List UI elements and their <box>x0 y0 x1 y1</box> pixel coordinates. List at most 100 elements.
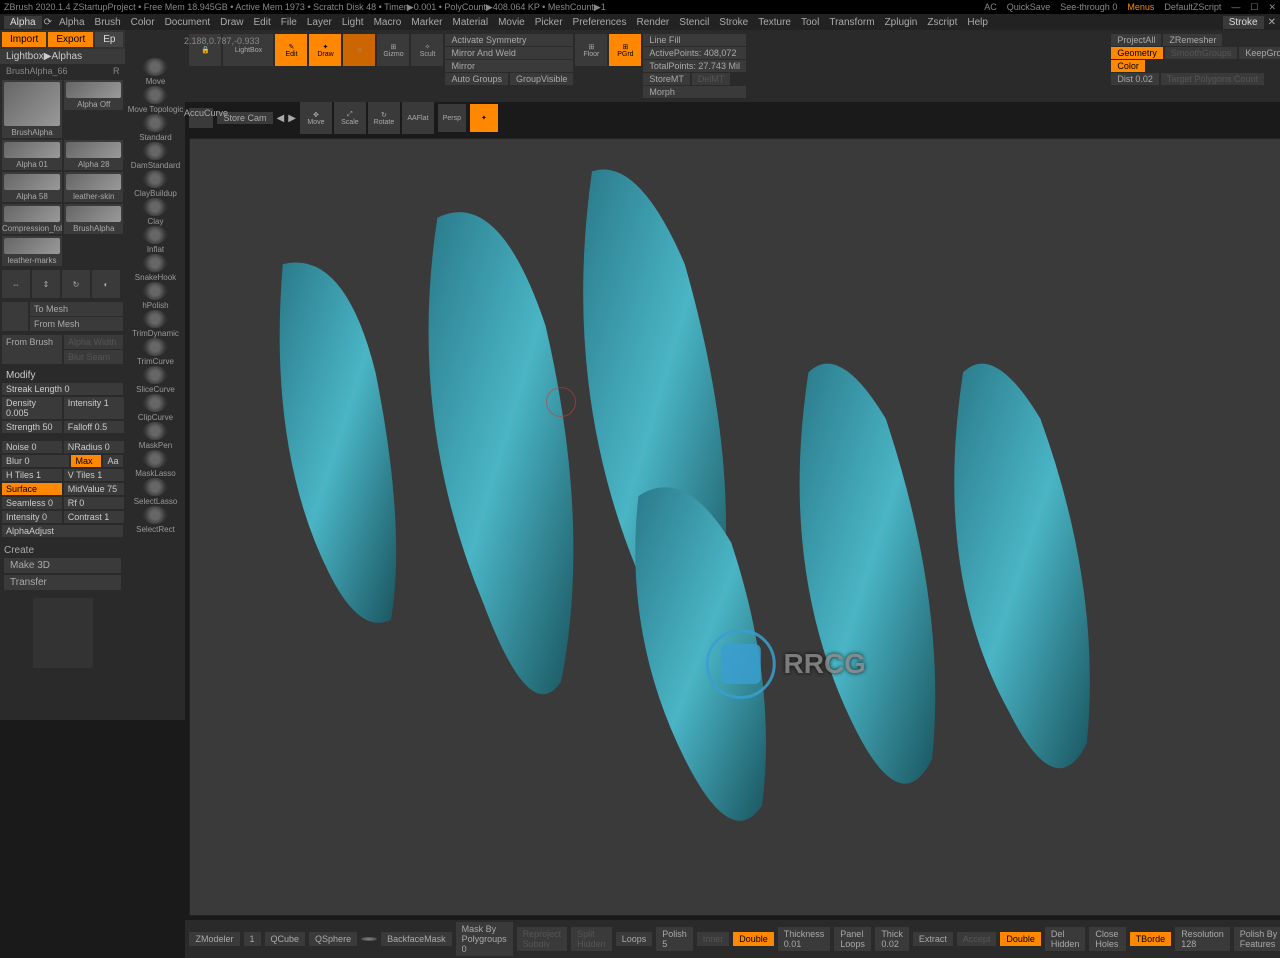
menu-help[interactable]: Help <box>962 16 993 29</box>
menu-brush[interactable]: Brush <box>90 16 126 29</box>
storemt[interactable]: StoreMT <box>643 73 690 85</box>
strength-slider[interactable]: Strength 50 <box>2 421 62 433</box>
brush-trimdynamic[interactable]: TrimDynamic <box>125 310 185 338</box>
menu-render[interactable]: Render <box>631 16 674 29</box>
streak-slider[interactable]: Streak Length 0 <box>2 383 123 395</box>
menu-light[interactable]: Light <box>337 16 369 29</box>
close-panel-icon[interactable]: ✕ <box>1268 17 1276 28</box>
menu-zscript[interactable]: Zscript <box>922 16 962 29</box>
r-btn[interactable]: R <box>113 66 120 76</box>
alpha-compression_fol[interactable]: Compression_fol <box>2 204 62 234</box>
closeholes[interactable]: Close Holes <box>1089 927 1125 951</box>
next-icon[interactable]: ▶ <box>288 113 296 124</box>
intensity2-slider[interactable]: Intensity 0 <box>2 511 62 523</box>
menu-transform[interactable]: Transform <box>824 16 879 29</box>
htiles-slider[interactable]: H Tiles 1 <box>2 469 62 481</box>
alpha-panel-label[interactable]: Alpha <box>4 16 42 29</box>
edit-btn[interactable]: ✎Edit <box>275 34 307 66</box>
brush-maskpen[interactable]: MaskPen <box>125 422 185 450</box>
transfer-btn[interactable]: Transfer <box>4 575 121 590</box>
falloff-slider[interactable]: Falloff 0.5 <box>64 421 124 433</box>
brush-trimcurve[interactable]: TrimCurve <box>125 338 185 366</box>
menu-movie[interactable]: Movie <box>493 16 530 29</box>
contrast-slider[interactable]: Contrast 1 <box>64 511 124 523</box>
menu-stencil[interactable]: Stencil <box>674 16 714 29</box>
smoothgroups[interactable]: SmoothGroups <box>1165 47 1238 59</box>
brush-hpolish[interactable]: hPolish <box>125 282 185 310</box>
menu-tool[interactable]: Tool <box>796 16 824 29</box>
zmodeler[interactable]: ZModeler <box>189 932 239 946</box>
density-slider[interactable]: Density 0.005 <box>2 397 62 419</box>
resolution[interactable]: Resolution 128 <box>1175 927 1230 951</box>
brush-move[interactable]: Move <box>125 58 185 86</box>
menu-zplugin[interactable]: Zplugin <box>880 16 923 29</box>
alpha-alpha-58[interactable]: Alpha 58 <box>2 172 62 202</box>
refresh-icon[interactable]: ⟳ <box>44 17 52 28</box>
projectall[interactable]: ProjectAll <box>1111 34 1161 46</box>
alpha-leather-marks[interactable]: leather-marks <box>2 236 62 266</box>
frombrush-btn[interactable]: From Brush <box>2 335 62 364</box>
alphaadjust[interactable]: AlphaAdjust <box>2 525 123 537</box>
gizmo-btn[interactable]: ⊞Gizmo <box>377 34 409 66</box>
delhidden[interactable]: Del Hidden <box>1045 927 1086 951</box>
double-btn3[interactable]: Double <box>1000 932 1041 946</box>
brush-selectlasso[interactable]: SelectLasso <box>125 478 185 506</box>
loops[interactable]: Loops <box>616 932 653 946</box>
polishfeatures[interactable]: Polish By Features <box>1234 927 1280 951</box>
seamless-slider[interactable]: Seamless 0 <box>2 497 62 509</box>
alpha-brushalpha[interactable]: BrushAlpha <box>2 80 62 138</box>
brush-claybuildup[interactable]: ClayBuildup <box>125 170 185 198</box>
alpha-alpha-off[interactable]: Alpha Off <box>64 80 123 110</box>
autogroups[interactable]: Auto Groups <box>445 73 508 85</box>
menus-btn[interactable]: Menus <box>1127 2 1154 12</box>
brush-inflat[interactable]: Inflat <box>125 226 185 254</box>
groupvisible[interactable]: GroupVisible <box>510 73 573 85</box>
ep-btn[interactable]: Ep <box>95 32 123 47</box>
surface-btn[interactable]: Surface <box>2 483 62 495</box>
make3d-btn[interactable]: Make 3D <box>4 558 121 573</box>
export-btn[interactable]: Export <box>48 32 93 47</box>
floor-btn[interactable]: ⊞Floor <box>575 34 607 66</box>
alpha-alpha-28[interactable]: Alpha 28 <box>64 140 123 170</box>
sphere-icon[interactable] <box>361 937 377 941</box>
menu-stroke[interactable]: Stroke <box>714 16 753 29</box>
persp-icon[interactable]: Persp <box>438 104 466 132</box>
thick[interactable]: Thick 0.02 <box>875 927 909 951</box>
dist-slider[interactable]: Dist 0.02 <box>1111 73 1159 85</box>
intensity-slider[interactable]: Intensity 1 <box>64 397 124 419</box>
noise-slider[interactable]: Noise 0 <box>2 441 62 453</box>
seethrough[interactable]: See-through 0 <box>1060 2 1117 12</box>
activate-sym[interactable]: Activate Symmetry <box>445 34 573 46</box>
draw-btn[interactable]: ✦Draw <box>309 34 341 66</box>
color-btn[interactable]: Color <box>1111 60 1145 72</box>
alpha-alpha-01[interactable]: Alpha 01 <box>2 140 62 170</box>
accept[interactable]: Accept <box>957 932 997 946</box>
brush-snakehook[interactable]: SnakeHook <box>125 254 185 282</box>
tomesh-btn[interactable]: To Mesh <box>30 302 123 316</box>
menu-color[interactable]: Color <box>126 16 160 29</box>
rotate-mode[interactable]: ↻Rotate <box>368 102 400 134</box>
menu-alpha[interactable]: Alpha <box>54 16 90 29</box>
brush-slicecurve[interactable]: SliceCurve <box>125 366 185 394</box>
double-btn2[interactable]: Double <box>733 932 774 946</box>
sculpt-btn[interactable]: ✧Scult <box>411 34 443 66</box>
tborde[interactable]: TBorde <box>1130 932 1172 946</box>
brush-clipcurve[interactable]: ClipCurve <box>125 394 185 422</box>
flip-v-icon[interactable]: ⇕ <box>32 270 60 298</box>
min-icon[interactable]: — <box>1231 2 1240 12</box>
stroke-panel-label[interactable]: Stroke <box>1223 16 1264 29</box>
qsphere[interactable]: QSphere <box>309 932 357 946</box>
star-icon[interactable]: ✦ <box>470 104 498 132</box>
brush-damstandard[interactable]: DamStandard <box>125 142 185 170</box>
prev-icon[interactable]: ◀ <box>277 113 285 124</box>
menu-draw[interactable]: Draw <box>215 16 248 29</box>
close-icon[interactable]: ✕ <box>1268 2 1276 13</box>
rf-slider[interactable]: Rf 0 <box>64 497 124 509</box>
defaultscript[interactable]: DefaultZScript <box>1164 2 1221 12</box>
thickness[interactable]: Thickness 0.01 <box>778 927 831 951</box>
menu-material[interactable]: Material <box>447 16 493 29</box>
brush-standard[interactable]: Standard <box>125 114 185 142</box>
brush-clay[interactable]: Clay <box>125 198 185 226</box>
viewport[interactable]: RRCG <box>189 138 1280 916</box>
menu-picker[interactable]: Picker <box>530 16 568 29</box>
